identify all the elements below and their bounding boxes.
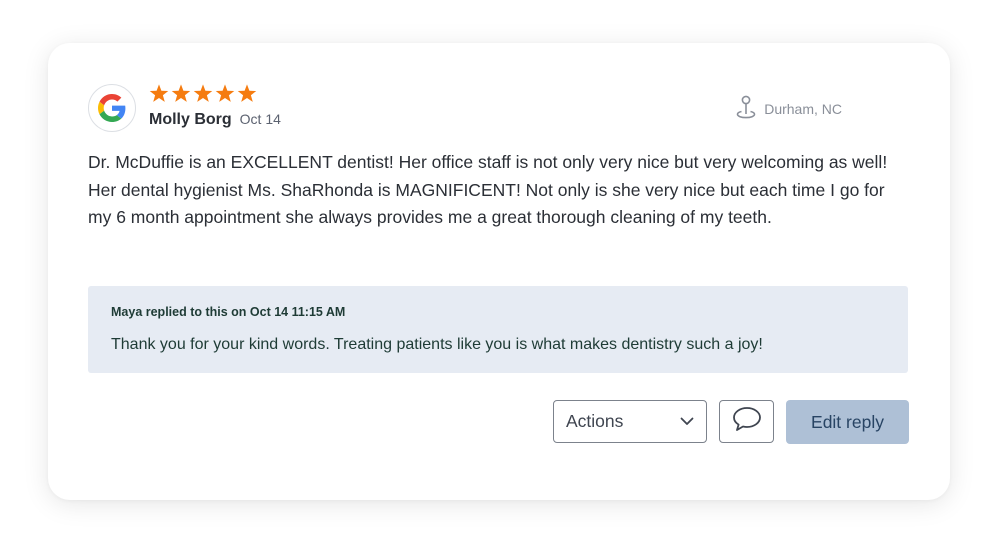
star-icon (171, 84, 191, 103)
reply-text: Thank you for your kind words. Treating … (111, 336, 763, 353)
reply-meta: Maya replied to this on Oct 14 11:15 AM (111, 305, 346, 319)
comment-button[interactable] (719, 400, 774, 443)
reviewer-info: Molly Borg Oct 14 (149, 111, 281, 129)
star-rating (149, 84, 257, 103)
star-icon (215, 84, 235, 103)
reviewer-name: Molly Borg (149, 111, 232, 128)
star-icon (237, 84, 257, 103)
review-location: Durham, NC (736, 95, 842, 122)
review-card: Molly Borg Oct 14 Durham, NC Dr. McDuffi… (48, 43, 950, 500)
google-logo-icon (88, 84, 136, 132)
location-label: Durham, NC (764, 100, 842, 117)
actions-dropdown[interactable]: Actions (553, 400, 707, 443)
edit-reply-button[interactable]: Edit reply (786, 400, 909, 444)
review-text: Dr. McDuffie is an EXCELLENT dentist! He… (88, 152, 897, 227)
owner-reply: Maya replied to this on Oct 14 11:15 AM … (88, 286, 908, 373)
review-date: Oct 14 (239, 111, 281, 127)
star-icon (149, 84, 169, 103)
speech-bubble-icon (732, 406, 762, 437)
map-pin-icon (736, 95, 756, 122)
star-icon (193, 84, 213, 103)
chevron-down-icon (680, 413, 694, 431)
actions-label: Actions (566, 411, 624, 431)
